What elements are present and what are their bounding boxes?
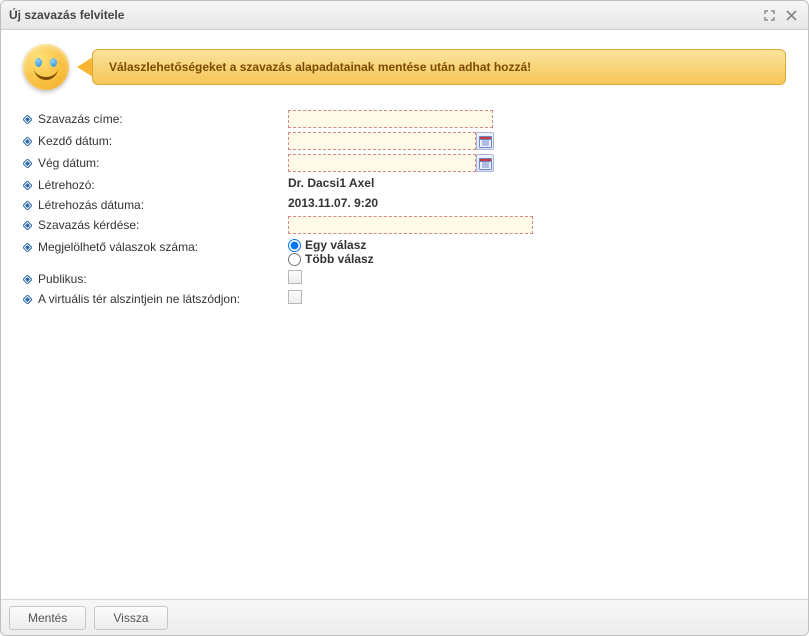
- maximize-icon[interactable]: [760, 6, 778, 24]
- question-input[interactable]: [288, 216, 533, 234]
- value-creator: Dr. Dacsi1 Axel: [288, 176, 374, 190]
- bullet-icon: [23, 181, 32, 190]
- bullet-icon: [23, 221, 32, 230]
- speech-arrow-icon: [77, 57, 93, 77]
- bullet-icon: [23, 275, 32, 284]
- back-button[interactable]: Vissza: [94, 606, 167, 630]
- calendar-icon[interactable]: [476, 132, 494, 150]
- answer-single-radio[interactable]: [288, 239, 301, 252]
- label-public: Publikus:: [38, 272, 87, 286]
- bullet-icon: [23, 137, 32, 146]
- bullet-icon: [23, 159, 32, 168]
- smiley-icon: [23, 44, 69, 90]
- start-date-input[interactable]: [288, 132, 476, 150]
- public-checkbox[interactable]: [288, 270, 302, 284]
- bullet-icon: [23, 295, 32, 304]
- titlebar: Új szavazás felvitele: [1, 1, 808, 30]
- hint-box: Válaszlehetőségeket a szavazás alapadata…: [23, 44, 786, 90]
- label-end-date: Vég dátum:: [38, 156, 99, 170]
- answer-multi-label[interactable]: Több válasz: [305, 252, 374, 266]
- title-input[interactable]: [288, 110, 493, 128]
- hide-sub-checkbox[interactable]: [288, 290, 302, 304]
- row-start-date: Kezdő dátum:: [23, 130, 786, 152]
- label-hide-sub: A virtuális tér alszintjein ne látszódjo…: [38, 292, 240, 306]
- calendar-icon[interactable]: [476, 154, 494, 172]
- bullet-icon: [23, 243, 32, 252]
- hint-text: Válaszlehetőségeket a szavazás alapadata…: [92, 49, 786, 85]
- value-created-at: 2013.11.07. 9:20: [288, 196, 378, 210]
- row-created-at: Létrehozás dátuma: 2013.11.07. 9:20: [23, 194, 786, 214]
- row-creator: Létrehozó: Dr. Dacsi1 Axel: [23, 174, 786, 194]
- dialog-content: Válaszlehetőségeket a szavazás alapadata…: [1, 30, 808, 599]
- label-question: Szavazás kérdése:: [38, 218, 139, 232]
- label-start-date: Kezdő dátum:: [38, 134, 112, 148]
- bullet-icon: [23, 115, 32, 124]
- close-icon[interactable]: [782, 6, 800, 24]
- row-public: Publikus:: [23, 268, 786, 288]
- row-end-date: Vég dátum:: [23, 152, 786, 174]
- end-date-input[interactable]: [288, 154, 476, 172]
- bullet-icon: [23, 201, 32, 210]
- dialog-window: Új szavazás felvitele Válaszlehetőségeke…: [0, 0, 809, 636]
- dialog-footer: Mentés Vissza: [1, 599, 808, 635]
- answer-multi-radio[interactable]: [288, 253, 301, 266]
- label-answer-count: Megjelölhető válaszok száma:: [38, 240, 198, 254]
- answer-single-label[interactable]: Egy válasz: [305, 238, 366, 252]
- row-answer-count: Megjelölhető válaszok száma: Egy válasz …: [23, 236, 786, 268]
- window-title: Új szavazás felvitele: [9, 8, 756, 22]
- form: Szavazás címe: Kezdő dátum:: [23, 108, 786, 308]
- label-creator: Létrehozó:: [38, 178, 95, 192]
- row-question: Szavazás kérdése:: [23, 214, 786, 236]
- row-hide-sub: A virtuális tér alszintjein ne látszódjo…: [23, 288, 786, 308]
- label-created-at: Létrehozás dátuma:: [38, 198, 144, 212]
- save-button[interactable]: Mentés: [9, 606, 86, 630]
- row-title: Szavazás címe:: [23, 108, 786, 130]
- label-title: Szavazás címe:: [38, 112, 123, 126]
